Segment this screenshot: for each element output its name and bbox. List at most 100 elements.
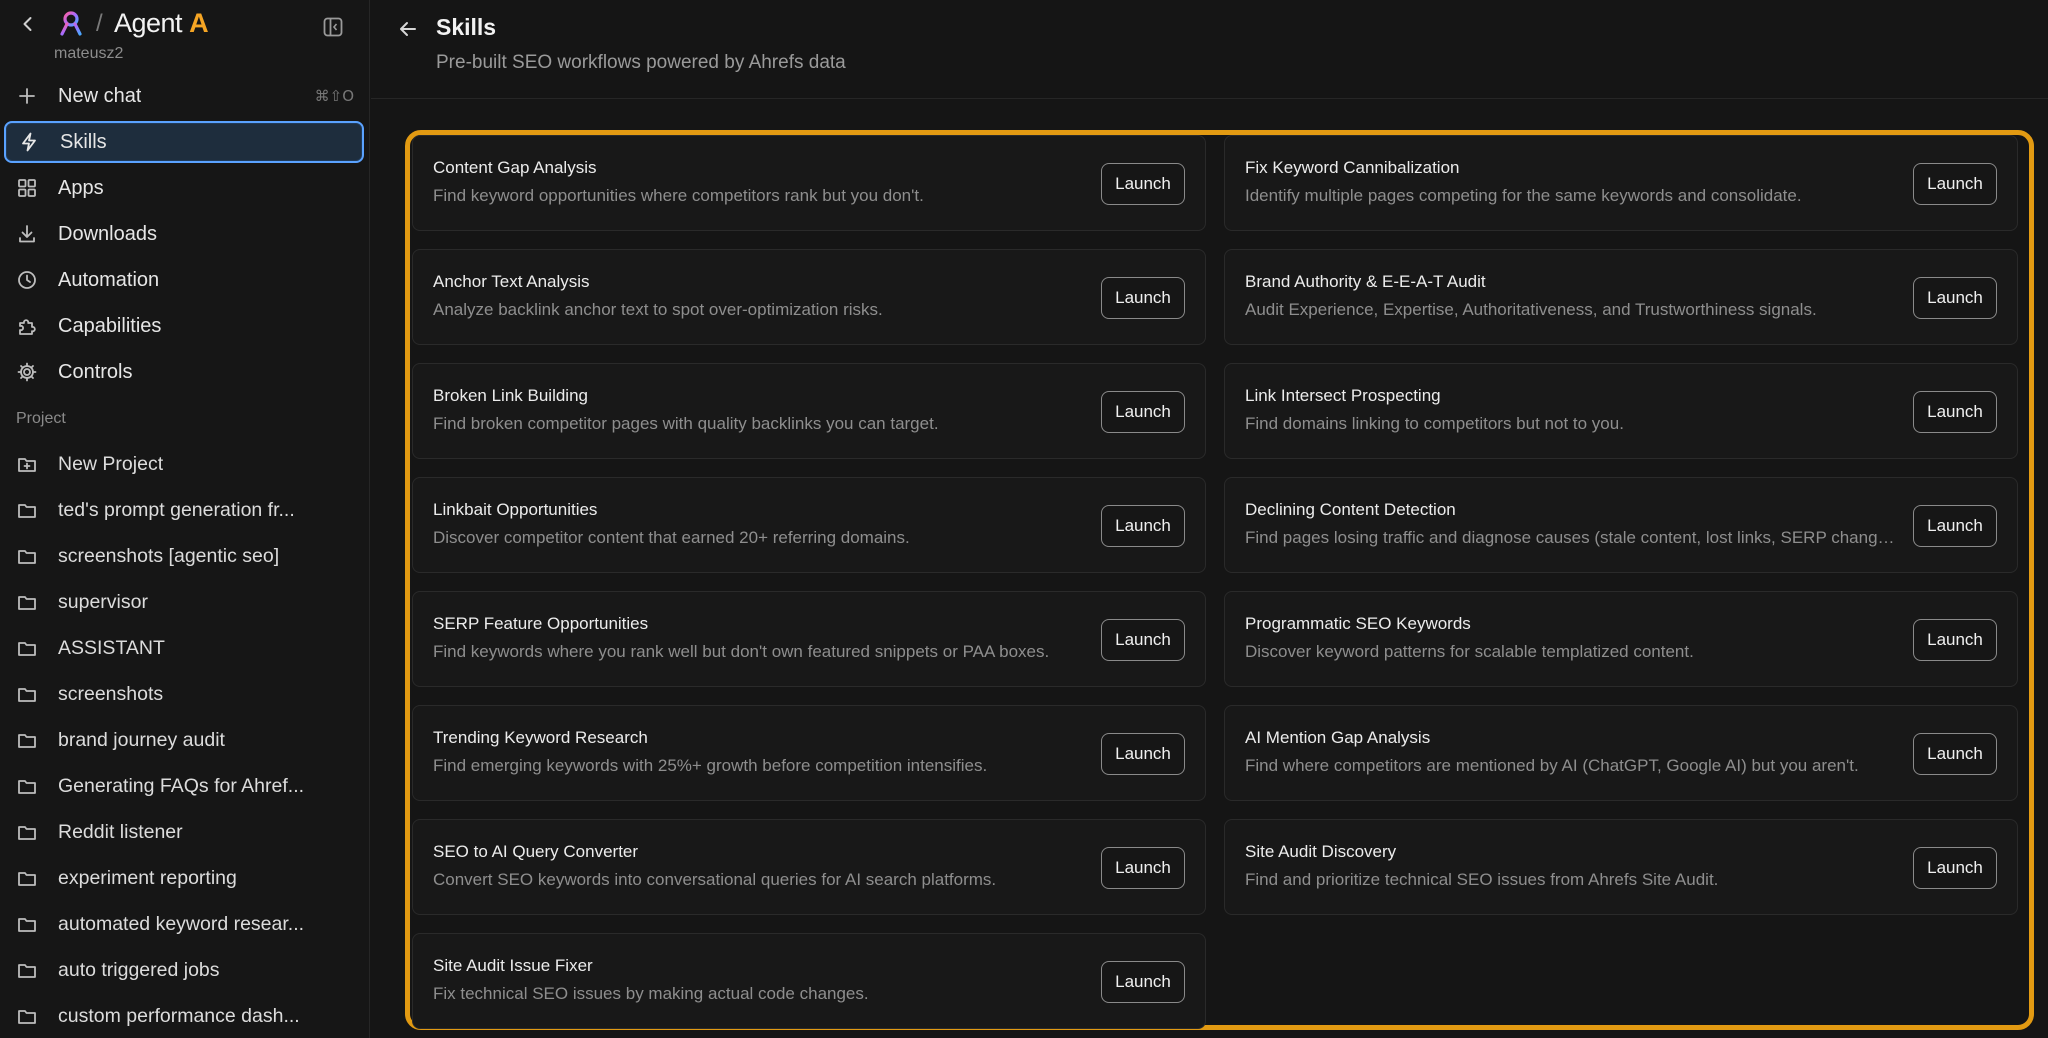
sidebar-item-label: Downloads xyxy=(58,222,157,245)
skill-description: Find keywords where you rank well but do… xyxy=(433,642,1050,661)
folder-icon xyxy=(16,775,38,797)
skill-card: Programmatic SEO Keywords Discover keywor… xyxy=(1224,591,2018,687)
launch-button[interactable]: Launch xyxy=(1101,847,1185,889)
project-item-label: experiment reporting xyxy=(58,866,237,889)
launch-button[interactable]: Launch xyxy=(1101,163,1185,205)
skill-card: Link Intersect Prospecting Find domains l… xyxy=(1224,363,2018,459)
skill-title: Fix Keyword Cannibalization xyxy=(1245,158,1460,177)
project-item[interactable]: New Project xyxy=(4,443,364,485)
folder-icon xyxy=(16,1005,38,1027)
launch-button[interactable]: Launch xyxy=(1913,733,1997,775)
gear-icon xyxy=(16,361,38,383)
skill-card: SEO to AI Query Converter Convert SEO key… xyxy=(412,819,1206,915)
chevron-left-icon[interactable] xyxy=(18,14,38,34)
skill-card: Anchor Text Analysis Analyze backlink anc… xyxy=(412,249,1206,345)
skill-description: Find and prioritize technical SEO issues… xyxy=(1245,870,1719,889)
skill-title: Brand Authority & E-E-A-T Audit xyxy=(1245,272,1486,291)
launch-button[interactable]: Launch xyxy=(1913,391,1997,433)
project-item-label: screenshots [agentic seo] xyxy=(58,544,280,567)
sidebar-collapse-icon[interactable] xyxy=(322,16,344,38)
sidebar-item-new-chat[interactable]: New chat ⌘⇧O xyxy=(4,75,364,117)
sidebar-item-controls[interactable]: Controls xyxy=(4,351,364,393)
launch-button[interactable]: Launch xyxy=(1913,619,1997,661)
folder-icon xyxy=(16,683,38,705)
launch-button[interactable]: Launch xyxy=(1101,619,1185,661)
skill-card: Linkbait Opportunities Discover competito… xyxy=(412,477,1206,573)
puzzle-icon xyxy=(16,315,38,337)
launch-button[interactable]: Launch xyxy=(1101,505,1185,547)
project-item[interactable]: ASSISTANT xyxy=(4,627,364,669)
skill-title: SERP Feature Opportunities xyxy=(433,614,649,633)
page-title: Skills xyxy=(436,14,497,40)
project-item-label: New Project xyxy=(58,452,164,475)
project-item[interactable]: ted's prompt generation fr... xyxy=(4,489,364,531)
launch-button[interactable]: Launch xyxy=(1913,277,1997,319)
project-item[interactable]: custom performance dash... xyxy=(4,995,364,1037)
launch-button[interactable]: Launch xyxy=(1101,733,1185,775)
skill-title: Trending Keyword Research xyxy=(433,728,648,747)
skill-card: Site Audit Discovery Find and prioritize … xyxy=(1224,819,2018,915)
sidebar-item-skills[interactable]: Skills xyxy=(4,121,364,163)
project-item-label: Generating FAQs for Ahref... xyxy=(58,774,305,797)
sidebar-item-automation[interactable]: Automation xyxy=(4,259,364,301)
sidebar-item-label: Automation xyxy=(58,268,160,291)
project-item-label: Reddit listener xyxy=(58,820,183,843)
project-item[interactable]: Generating FAQs for Ahref... xyxy=(4,765,364,807)
folder-icon xyxy=(16,729,38,751)
project-item[interactable]: screenshots xyxy=(4,673,364,715)
skill-card: Trending Keyword Research Find emerging k… xyxy=(412,705,1206,801)
page-subtitle: Pre-built SEO workflows powered by Ahref… xyxy=(436,52,846,73)
launch-button[interactable]: Launch xyxy=(1101,391,1185,433)
folder-icon xyxy=(16,821,38,843)
project-item-label: screenshots xyxy=(58,682,164,705)
project-item[interactable]: brand journey audit xyxy=(4,719,364,761)
sidebar-item-downloads[interactable]: Downloads xyxy=(4,213,364,255)
folder-icon xyxy=(16,913,38,935)
skill-title: AI Mention Gap Analysis xyxy=(1245,728,1431,747)
skill-description: Find keyword opportunities where competi… xyxy=(433,186,924,205)
launch-button[interactable]: Launch xyxy=(1913,163,1997,205)
folder-plus-icon xyxy=(16,453,38,475)
main-panel: Skills Pre-built SEO workflows powered b… xyxy=(371,0,2048,1038)
skill-card: AI Mention Gap Analysis Find where compet… xyxy=(1224,705,2018,801)
project-item-label: ted's prompt generation fr... xyxy=(58,498,295,521)
project-item[interactable]: Reddit listener xyxy=(4,811,364,853)
sidebar-item-label: Capabilities xyxy=(58,314,162,337)
sidebar-header: / Agent A mateusz2 xyxy=(0,0,370,70)
launch-button[interactable]: Launch xyxy=(1101,961,1185,1003)
skill-description: Analyze backlink anchor text to spot ove… xyxy=(433,300,883,319)
project-item-label: ASSISTANT xyxy=(58,636,165,659)
skill-card: Broken Link Building Find broken competit… xyxy=(412,363,1206,459)
launch-button[interactable]: Launch xyxy=(1101,277,1185,319)
sidebar-item-label: Apps xyxy=(58,176,104,199)
project-item[interactable]: screenshots [agentic seo] xyxy=(4,535,364,577)
project-item[interactable]: experiment reporting xyxy=(4,857,364,899)
skill-title: Anchor Text Analysis xyxy=(433,272,590,291)
skill-title: Programmatic SEO Keywords xyxy=(1245,614,1471,633)
skill-card: Brand Authority & E-E-A-T Audit Audit Exp… xyxy=(1224,249,2018,345)
skill-title: Content Gap Analysis xyxy=(433,158,597,177)
folder-icon xyxy=(16,867,38,889)
skill-card: Fix Keyword Cannibalization Identify mult… xyxy=(1224,135,2018,231)
project-item[interactable]: automated keyword resear... xyxy=(4,903,364,945)
folder-icon xyxy=(16,499,38,521)
brand-name: Agent A xyxy=(114,8,209,38)
launch-button[interactable]: Launch xyxy=(1913,847,1997,889)
skill-card: Content Gap Analysis Find keyword opportu… xyxy=(412,135,1206,231)
sidebar-item-capabilities[interactable]: Capabilities xyxy=(4,305,364,347)
skill-description: Find domains linking to competitors but … xyxy=(1245,414,1624,433)
grid-icon xyxy=(16,177,38,199)
sidebar-item-apps[interactable]: Apps xyxy=(4,167,364,209)
download-icon xyxy=(16,223,38,245)
arrow-left-icon[interactable] xyxy=(397,18,419,40)
project-item-label: automated keyword resear... xyxy=(58,912,305,935)
bolt-icon xyxy=(18,131,40,153)
skill-description: Find broken competitor pages with qualit… xyxy=(433,414,939,433)
shortcut-hint: ⌘⇧O xyxy=(314,87,354,105)
launch-button[interactable]: Launch xyxy=(1913,505,1997,547)
skill-description: Discover competitor content that earned … xyxy=(433,528,910,547)
project-item[interactable]: auto triggered jobs xyxy=(4,949,364,991)
clock-icon xyxy=(16,269,38,291)
project-item[interactable]: supervisor xyxy=(4,581,364,623)
sidebar-item-label: Controls xyxy=(58,360,133,383)
